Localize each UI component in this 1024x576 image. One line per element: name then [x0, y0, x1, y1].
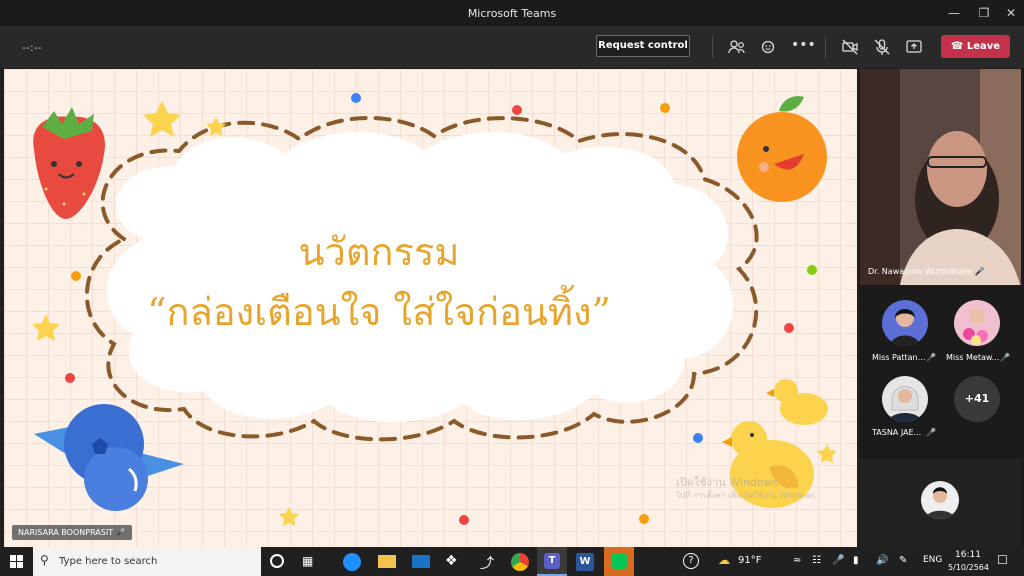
window-title: Microsoft Teams — [467, 7, 557, 20]
clock-date[interactable]: 5/10/2564 — [948, 563, 989, 572]
search-icon: ⚲ — [40, 553, 49, 567]
orange-illustration — [737, 96, 827, 202]
search-placeholder: Type here to search — [59, 556, 158, 567]
toolbar-divider — [712, 36, 713, 58]
battery-icon[interactable]: ▮ — [853, 555, 859, 566]
windows-taskbar: ⚲ Type here to search ▦ ❖ ⤴ T W ? ☁ 91°F… — [0, 547, 1024, 576]
participants-icon[interactable] — [727, 37, 747, 57]
leave-button[interactable]: ☎ Leave — [941, 35, 1010, 58]
main-participant-name: Dr. Nawaporn Wutthitham 🎤 — [868, 267, 985, 276]
line-icon — [611, 553, 627, 569]
clock-time[interactable]: 16:11 — [955, 550, 981, 560]
hang-up-icon: ☎ — [950, 41, 964, 52]
close-button[interactable]: ✕ — [1002, 4, 1020, 22]
participant-name: Miss Metaw... — [946, 353, 1000, 362]
toolbar-divider — [825, 36, 826, 58]
edge-icon[interactable] — [343, 553, 361, 571]
presenter-label: NARISARA BOONPRASIT 🎤 — [12, 525, 132, 540]
presenter-name: NARISARA BOONPRASIT — [18, 528, 114, 537]
word-icon[interactable]: W — [576, 553, 594, 571]
share-screen-icon[interactable] — [904, 37, 924, 57]
blueberry-illustration — [34, 404, 184, 511]
dropbox-icon[interactable]: ❖ — [445, 553, 458, 569]
reactions-icon[interactable] — [759, 37, 779, 57]
title-bar: Microsoft Teams — ❐ ✕ — [0, 0, 1024, 26]
slide-title-line2: “กล่องเตือนใจ ใส่ใจก่อนทิ้ง” — [147, 290, 611, 334]
self-view — [860, 459, 1021, 547]
mail-icon[interactable] — [412, 555, 430, 568]
weather-icon[interactable]: ☁ — [718, 553, 730, 567]
participant-video-frame — [860, 69, 1021, 285]
microphone-icon[interactable]: 🎤 — [832, 555, 844, 566]
more-participants-button[interactable]: +41 — [954, 376, 1000, 422]
mic-off-icon: 🎤 — [1000, 353, 1010, 362]
slide-title-line1: นวัตกรรม — [298, 230, 460, 274]
task-view-icon[interactable]: ▦ — [302, 554, 313, 568]
file-explorer-icon[interactable] — [378, 555, 396, 568]
leave-label: Leave — [966, 41, 1001, 52]
mic-off-icon: 🎤 — [974, 267, 985, 276]
more-options-icon[interactable]: ••• — [791, 37, 816, 57]
avatar[interactable] — [882, 376, 928, 422]
winamp-icon[interactable]: ⤴ — [480, 553, 494, 573]
mic-off-icon: 🎤 — [926, 353, 936, 362]
mic-icon: 🎤 — [115, 528, 126, 537]
mic-off-icon: 🎤 — [926, 428, 936, 437]
notifications-icon[interactable]: ☐ — [997, 553, 1008, 567]
main-participant-video[interactable]: Dr. Nawaporn Wutthitham 🎤 — [860, 69, 1021, 285]
pen-icon[interactable]: ✎ — [899, 555, 907, 566]
cortana-icon[interactable] — [270, 554, 284, 568]
meeting-timer: --:-- — [22, 41, 42, 54]
network-icon[interactable]: ☷ — [812, 555, 821, 566]
teams-taskbar-button[interactable]: T — [537, 547, 567, 576]
avatar[interactable] — [954, 300, 1000, 346]
self-avatar[interactable] — [921, 481, 959, 519]
camera-off-icon[interactable] — [840, 37, 860, 57]
strawberry-illustration — [33, 107, 105, 219]
participants-panel: Dr. Nawaporn Wutthitham 🎤 Miss Pattan...… — [860, 69, 1024, 547]
meeting-toolbar: --:-- Request control ••• ☎ Leave — [0, 26, 1024, 68]
line-taskbar-button[interactable] — [604, 547, 634, 576]
help-icon[interactable]: ? — [683, 553, 699, 569]
windows-start-icon[interactable] — [10, 555, 23, 571]
taskbar-search-box[interactable]: ⚲ Type here to search — [33, 547, 261, 576]
weather-temperature[interactable]: 91°F — [738, 555, 761, 566]
teams-icon: T — [544, 553, 560, 569]
avatar[interactable] — [882, 300, 928, 346]
participant-name: Miss Pattan... — [872, 353, 926, 362]
activation-watermark-line2: ไปที่ การตั้งค่า เพื่อเปิดใช้งาน Windows — [676, 491, 816, 500]
wifi-icon[interactable]: ≈ — [793, 555, 801, 566]
volume-icon[interactable]: 🔊 — [876, 555, 888, 566]
maximize-button[interactable]: ❐ — [975, 4, 993, 22]
chrome-icon[interactable] — [511, 553, 529, 571]
shared-screen: นวัตกรรม “กล่องเตือนใจ ใส่ใจก่อนทิ้ง” เป… — [4, 69, 857, 547]
language-indicator[interactable]: ENG — [923, 555, 942, 565]
mic-off-icon[interactable] — [872, 37, 892, 57]
request-control-button[interactable]: Request control — [596, 35, 690, 57]
participant-name: TASNA JAE... — [872, 428, 922, 437]
minimize-button[interactable]: — — [945, 4, 963, 22]
